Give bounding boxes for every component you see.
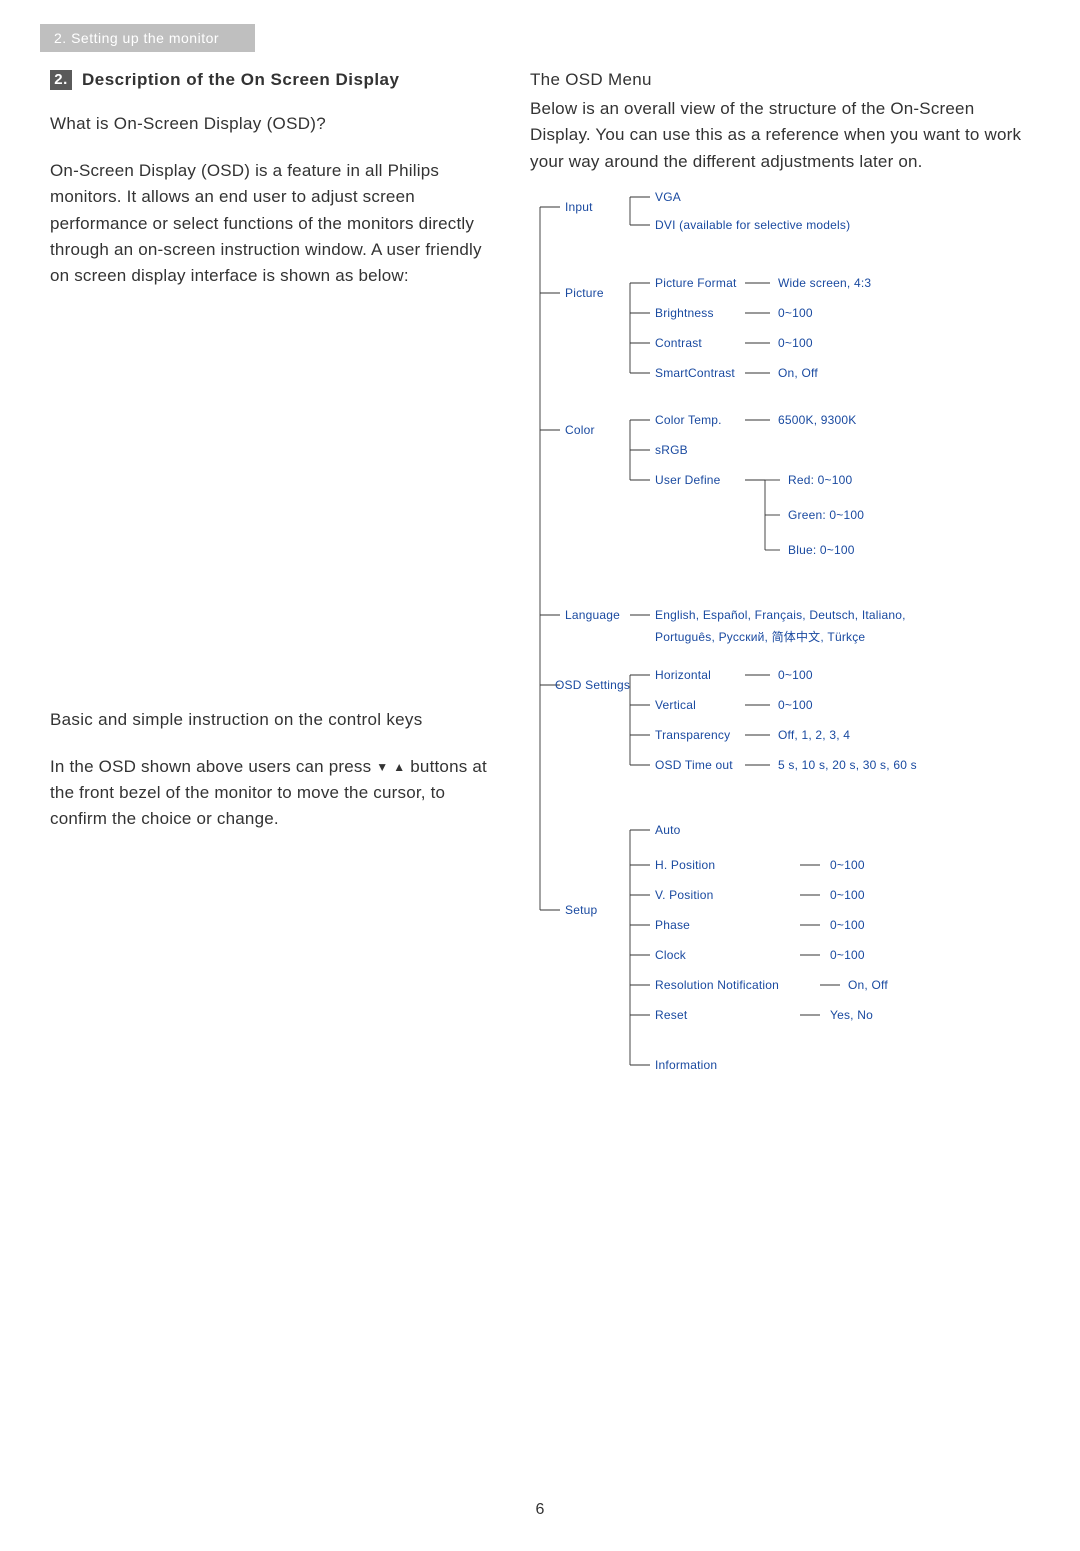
tree-setup: Setup [565,903,597,917]
tree-osd-timeout: OSD Time out [655,758,733,772]
left-column: 2. Description of the On Screen Display … [50,70,500,1095]
tree-horizontal-v: 0~100 [778,668,813,682]
tree-osd-settings: OSD Settings [555,678,630,692]
tree-color: Color [565,423,595,437]
tree-reset-v: Yes, No [830,1008,873,1022]
breadcrumb: 2. Setting up the monitor [40,24,255,52]
subheading-control-keys: Basic and simple instruction on the cont… [50,710,500,730]
tree-hposition: H. Position [655,858,715,872]
page-number: 6 [0,1501,1080,1519]
tree-phase-v: 0~100 [830,918,865,932]
osd-tree-diagram: Input Picture Color Language OSD Setting… [520,195,1030,1095]
right-column: The OSD Menu Below is an overall view of… [530,70,1030,1095]
tree-user-define: User Define [655,473,721,487]
tree-transparency: Transparency [655,728,730,742]
page-content: 2. Description of the On Screen Display … [0,52,1080,1095]
tree-vposition-v: 0~100 [830,888,865,902]
tree-contrast: Contrast [655,336,702,350]
tree-smartcontrast: SmartContrast [655,366,735,380]
tree-hposition-v: 0~100 [830,858,865,872]
tree-osd-timeout-v: 5 s, 10 s, 20 s, 30 s, 60 s [778,758,917,772]
tree-color-temp: Color Temp. [655,413,722,427]
tree-auto: Auto [655,823,681,837]
tree-blue: Blue: 0~100 [788,543,855,557]
tree-picture: Picture [565,286,604,300]
tree-smartcontrast-v: On, Off [778,366,818,380]
up-triangle-icon: ▲ [393,760,405,774]
tree-clock: Clock [655,948,686,962]
tree-language: Language [565,608,620,622]
tree-vertical-v: 0~100 [778,698,813,712]
osd-menu-intro: Below is an overall view of the structur… [530,96,1030,175]
tree-color-temp-v: 6500K, 9300K [778,413,856,427]
tree-brightness: Brightness [655,306,714,320]
tree-resolution-notification-v: On, Off [848,978,888,992]
osd-menu-heading: The OSD Menu [530,70,1030,90]
tree-phase: Phase [655,918,690,932]
subheading-what-is-osd: What is On-Screen Display (OSD)? [50,114,500,134]
section-title-text: Description of the On Screen Display [82,70,399,90]
tree-lang-line1: English, Español, Français, Deutsch, Ita… [655,608,906,622]
tree-red: Red: 0~100 [788,473,852,487]
tree-dvi: DVI (available for selective models) [655,218,850,232]
tree-brightness-v: 0~100 [778,306,813,320]
tree-vertical: Vertical [655,698,696,712]
tree-reset: Reset [655,1008,687,1022]
paragraph-osd-description: On-Screen Display (OSD) is a feature in … [50,158,500,290]
tree-contrast-v: 0~100 [778,336,813,350]
paragraph-control-keys: In the OSD shown above users can press ▼… [50,754,500,833]
tree-vposition: V. Position [655,888,713,902]
tree-transparency-v: Off, 1, 2, 3, 4 [778,728,850,742]
tree-vga: VGA [655,190,681,204]
tree-resolution-notification: Resolution Notification [655,978,779,992]
tree-horizontal: Horizontal [655,668,711,682]
tree-lang-line2: Português, Русский, 简体中文, Türkçe [655,628,865,645]
ctrl-key-text-a: In the OSD shown above users can press [50,757,376,776]
section-heading: 2. Description of the On Screen Display [50,70,500,90]
tree-input: Input [565,200,593,214]
tree-clock-v: 0~100 [830,948,865,962]
down-triangle-icon: ▼ [376,760,388,774]
tree-srgb: sRGB [655,443,688,457]
tree-picture-format: Picture Format [655,276,737,290]
tree-information: Information [655,1058,717,1072]
tree-green: Green: 0~100 [788,508,864,522]
tree-picture-format-v: Wide screen, 4:3 [778,276,871,290]
section-number-badge: 2. [50,70,72,90]
